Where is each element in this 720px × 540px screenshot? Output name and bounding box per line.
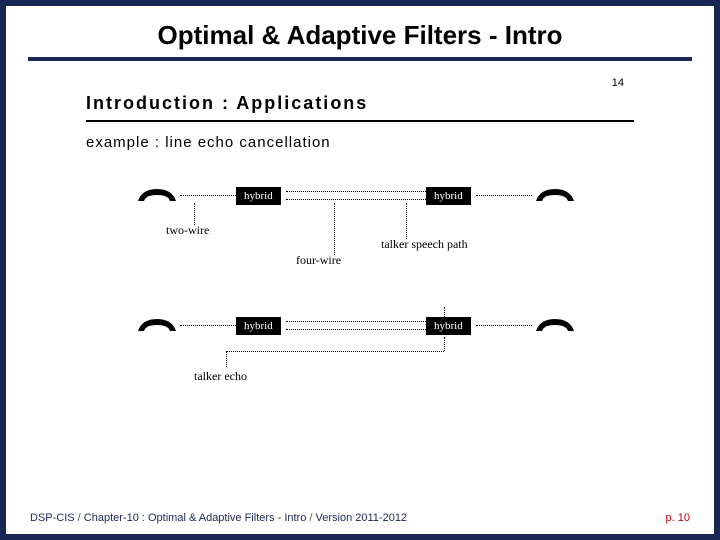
footer-version: Version 2011-2012 [316, 512, 408, 524]
footer-left: DSP-CIS / Chapter-10 : Optimal & Adaptiv… [30, 512, 407, 524]
hybrid-block: hybrid [236, 187, 281, 205]
embedded-page-number: 14 [612, 77, 624, 89]
label-talker-echo: talker echo [194, 369, 247, 384]
wire [476, 195, 532, 196]
embedded-divider [86, 120, 634, 122]
slide-frame: Optimal & Adaptive Filters - Intro 14 In… [6, 6, 714, 534]
wire [180, 195, 236, 196]
wire [286, 321, 426, 322]
wire [286, 191, 426, 192]
guide-line [226, 351, 444, 352]
wire [286, 199, 426, 200]
wire [476, 325, 532, 326]
hybrid-block: hybrid [426, 187, 471, 205]
label-four-wire: four-wire [296, 253, 341, 268]
phone-icon [136, 317, 178, 333]
guide-line [194, 203, 195, 225]
footer-page-number: p. 10 [666, 512, 690, 524]
diagram: hybrid hybrid two-wire four-wire talker … [76, 159, 644, 439]
hybrid-block: hybrid [426, 317, 471, 335]
title-divider [28, 57, 692, 61]
phone-icon [534, 187, 576, 203]
label-talker-speech: talker speech path [381, 237, 468, 252]
slide-footer: DSP-CIS / Chapter-10 : Optimal & Adaptiv… [30, 512, 690, 524]
guide-line [334, 203, 335, 255]
embedded-heading: Introduction : Applications [76, 71, 644, 118]
footer-sep: / [306, 512, 315, 524]
wire [286, 329, 426, 330]
label-two-wire: two-wire [166, 223, 209, 238]
slide-title: Optimal & Adaptive Filters - Intro [6, 6, 714, 57]
phone-icon [534, 317, 576, 333]
guide-line [406, 203, 407, 239]
footer-chapter: Chapter-10 : Optimal & Adaptive Filters … [84, 512, 307, 524]
wire [180, 325, 236, 326]
guide-line [444, 337, 445, 351]
footer-sep: / [75, 512, 84, 524]
embedded-page: 14 Introduction : Applications example :… [76, 71, 644, 471]
phone-icon [136, 187, 178, 203]
footer-course: DSP-CIS [30, 512, 75, 524]
embedded-subheading: example : line echo cancellation [76, 130, 644, 159]
hybrid-block: hybrid [236, 317, 281, 335]
guide-line [226, 351, 227, 367]
guide-line [444, 307, 445, 317]
